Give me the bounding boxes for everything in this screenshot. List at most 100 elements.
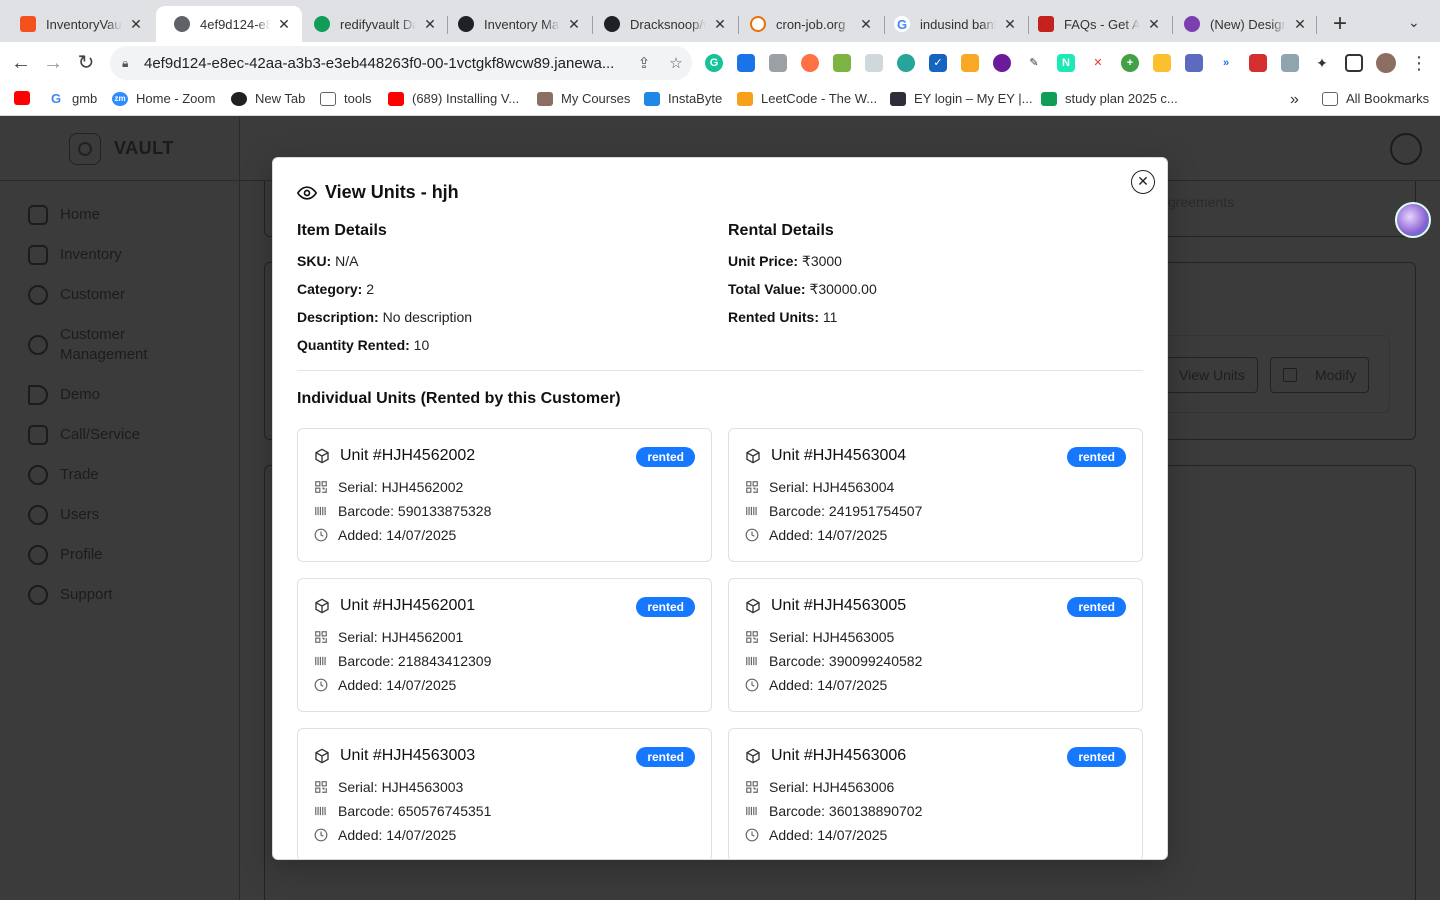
puzzle-extensions-icon[interactable]: ✦: [1313, 54, 1331, 72]
browser-tab[interactable]: redifyvault Dat ✕: [296, 6, 448, 42]
browser-tab[interactable]: cron-job.org ✕: [732, 6, 884, 42]
unit-added-text: Added: 14/07/2025: [338, 527, 457, 543]
tab-close-icon[interactable]: ✕: [1292, 16, 1308, 33]
bookmark-ey-login[interactable]: EY login – My EY |...: [890, 91, 1033, 106]
tab-close-icon[interactable]: ✕: [712, 16, 728, 33]
unit-title: Unit #HJH4563004: [745, 447, 906, 465]
browser-tab[interactable]: FAQs - Get An ✕: [1020, 6, 1172, 42]
floating-assistant-avatar-icon[interactable]: [1395, 202, 1431, 238]
shield-extension-icon[interactable]: [1281, 54, 1299, 72]
address-bar[interactable]: 🔒︎ 4ef9d124-e8ec-42aa-a3b3-e3eb448263f0-…: [110, 46, 692, 80]
background-view-units-button[interactable]: View Units: [1166, 357, 1258, 393]
browser-tab[interactable]: InventoryVault ✕: [2, 6, 154, 42]
share-icon[interactable]: ⇪: [628, 54, 660, 72]
sidebar-item-inventory[interactable]: Inventory: [28, 245, 122, 265]
pen-extension-icon[interactable]: ✎: [1025, 54, 1043, 72]
openai-icon: [231, 91, 247, 106]
sidebar-item-customer[interactable]: Customer: [28, 285, 125, 305]
extension-icon[interactable]: [833, 54, 851, 72]
bookmark-tools-folder[interactable]: tools: [320, 91, 371, 106]
unit-title-text: Unit #HJH4563005: [771, 597, 907, 614]
tab-close-icon[interactable]: ✕: [276, 16, 292, 33]
tab-close-icon[interactable]: ✕: [1002, 16, 1018, 33]
tab-close-icon[interactable]: ✕: [128, 16, 144, 33]
youtube-icon: [14, 91, 30, 105]
notion-extension-icon[interactable]: N: [1057, 54, 1075, 72]
extension-icon[interactable]: [865, 54, 883, 72]
background-modify-button[interactable]: Modify: [1270, 357, 1370, 393]
sidebar-item-customer-management[interactable]: Customer Management: [28, 325, 160, 365]
side-panel-icon[interactable]: [1345, 54, 1363, 72]
tab-close-icon[interactable]: ✕: [858, 16, 874, 33]
sidebar-item-trade[interactable]: Trade: [28, 465, 99, 485]
back-arrow-icon[interactable]: ←: [8, 50, 34, 76]
grammarly-extension-icon[interactable]: G: [705, 54, 723, 72]
forward-arrow-icon[interactable]: →: [40, 50, 66, 76]
reader-extension-icon[interactable]: [737, 54, 755, 72]
bookmark-star-icon[interactable]: ☆: [660, 54, 692, 72]
new-tab-plus-icon[interactable]: +: [1330, 10, 1350, 38]
checkbox-extension-icon[interactable]: ✓: [929, 54, 947, 72]
unit-added-text: Added: 14/07/2025: [769, 827, 888, 843]
play-icon: [28, 385, 48, 405]
browser-tab[interactable]: (New) Designe ✕: [1166, 6, 1318, 42]
bookmark-instabyte[interactable]: InstaByte: [644, 91, 722, 106]
bookmark-new-tab[interactable]: New Tab: [231, 91, 305, 106]
bookmark-youtube[interactable]: [14, 91, 38, 105]
extension-icon[interactable]: [801, 54, 819, 72]
unit-added-text: Added: 14/07/2025: [338, 827, 457, 843]
background-tab-agreements[interactable]: greements: [1168, 194, 1234, 210]
bookmark-label: study plan 2025 c...: [1065, 91, 1178, 106]
close-extension-icon[interactable]: ✕: [1089, 54, 1107, 72]
bookmarks-overflow-button[interactable]: »: [1290, 91, 1299, 109]
sidebar-item-profile[interactable]: Profile: [28, 545, 103, 565]
tab-close-icon[interactable]: ✕: [422, 16, 438, 33]
extension-icon[interactable]: [1185, 54, 1203, 72]
sidebar-item-call-service[interactable]: Call/Service: [28, 425, 140, 445]
tab-close-icon[interactable]: ✕: [566, 16, 582, 33]
browser-tab-active[interactable]: 4ef9d124-e8ec ✕: [156, 6, 302, 42]
bookmark-my-courses[interactable]: My Courses: [537, 91, 630, 106]
close-icon[interactable]: ✕: [1131, 170, 1155, 194]
barcode-icon: [746, 806, 757, 816]
all-bookmarks-button[interactable]: All Bookmarks: [1322, 91, 1429, 106]
tab-search-chevron-down-icon[interactable]: ⌄: [1408, 14, 1420, 31]
bookmark-leetcode[interactable]: LeetCode - The W...: [737, 91, 877, 106]
reload-icon[interactable]: ↻: [73, 50, 99, 76]
camera-extension-icon[interactable]: [769, 54, 787, 72]
extension-icon[interactable]: [961, 54, 979, 72]
browser-tab[interactable]: Inventory Man ✕: [440, 6, 592, 42]
quantity-rented-field: Quantity Rented: 10: [297, 337, 429, 353]
browser-tab[interactable]: Dracksnoop/va ✕: [586, 6, 738, 42]
sidebar-item-home[interactable]: Home: [28, 205, 100, 225]
bookmark-zoom[interactable]: zm Home - Zoom: [112, 91, 215, 106]
extension-icon[interactable]: [1153, 54, 1171, 72]
url-text[interactable]: 4ef9d124-e8ec-42aa-a3b3-e3eb448263f0-00-…: [144, 55, 628, 72]
user-avatar-icon[interactable]: [1390, 133, 1422, 165]
unit-added-date: Added: 14/07/2025: [314, 827, 456, 843]
field-label: Rented Units:: [728, 309, 819, 325]
unit-title-text: Unit #HJH4563006: [771, 747, 907, 764]
tab-close-icon[interactable]: ✕: [1146, 16, 1162, 33]
unit-barcode-text: Barcode: 241951754507: [769, 503, 923, 519]
extension-icon[interactable]: [1249, 54, 1267, 72]
sidebar-item-demo[interactable]: Demo: [28, 385, 100, 405]
status-badge: rented: [636, 597, 695, 617]
bookmark-gmb[interactable]: Ggmb: [48, 91, 97, 106]
qr-code-icon: [746, 481, 758, 493]
extension-icon[interactable]: [897, 54, 915, 72]
plus-extension-icon[interactable]: +: [1121, 54, 1139, 72]
sidebar-item-users[interactable]: Users: [28, 505, 99, 525]
extension-icon[interactable]: [993, 54, 1011, 72]
bookmark-youtube-video[interactable]: (689) Installing V...: [388, 91, 519, 106]
sidebar-item-support[interactable]: Support: [28, 585, 113, 605]
folder-icon: [320, 91, 336, 106]
tab-favicon-icon: [458, 16, 474, 32]
browser-tab[interactable]: G indusind bank ✕: [876, 6, 1028, 42]
bookmark-study-plan[interactable]: study plan 2025 c...: [1041, 91, 1178, 106]
courses-icon: [537, 91, 553, 106]
bookmark-label: EY login – My EY |...: [914, 91, 1033, 106]
extension-icon[interactable]: »: [1217, 54, 1235, 72]
kebab-menu-icon[interactable]: ⋮: [1406, 50, 1432, 76]
profile-avatar-icon[interactable]: [1376, 53, 1396, 73]
